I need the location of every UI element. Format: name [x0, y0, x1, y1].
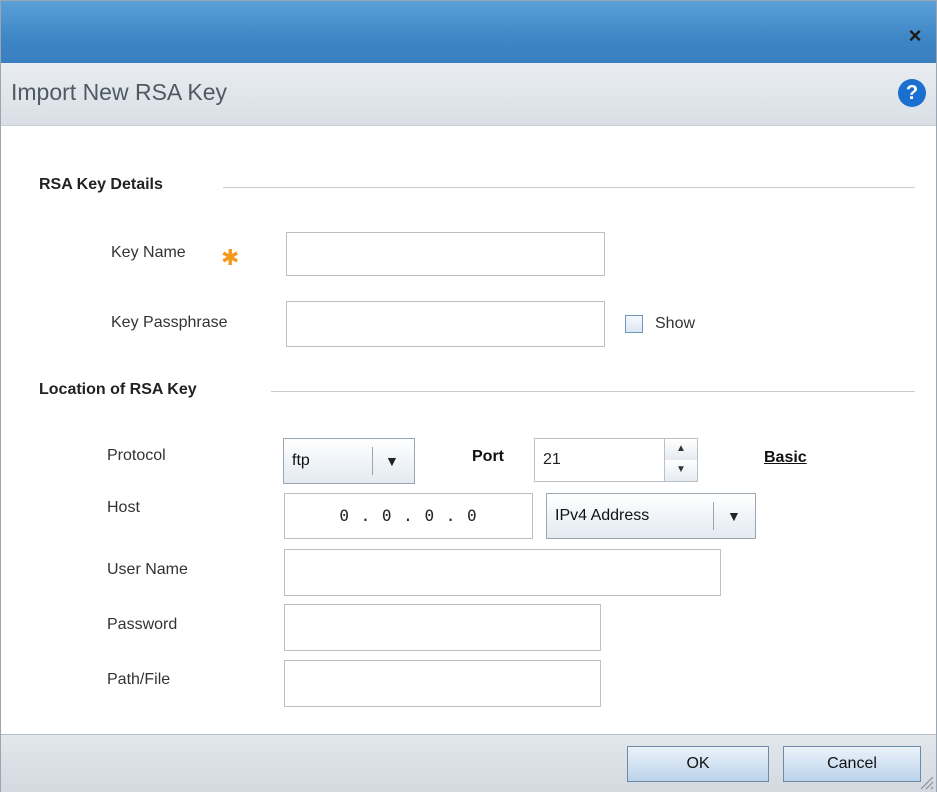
port-stepper-buttons: ▲ ▼	[664, 439, 697, 481]
path-file-label: Path/File	[107, 671, 171, 688]
dialog-titlebar[interactable]: ×	[1, 1, 936, 63]
password-label: Password	[107, 616, 178, 633]
key-passphrase-input[interactable]	[286, 301, 605, 347]
dialog-header: Import New RSA Key ?	[1, 63, 936, 126]
import-rsa-key-dialog: × Import New RSA Key ? RSA Key Details K…	[0, 0, 937, 792]
select-divider	[372, 447, 373, 475]
resize-grip-icon[interactable]	[916, 772, 934, 790]
basic-link[interactable]: Basic	[764, 449, 807, 467]
chevron-down-icon: ▼	[385, 453, 399, 469]
password-input[interactable]	[284, 604, 601, 651]
cancel-button[interactable]: Cancel	[783, 746, 921, 782]
required-star-icon: ✱	[221, 245, 240, 270]
show-passphrase-checkbox[interactable]	[625, 315, 643, 333]
user-name-label: User Name	[107, 561, 188, 578]
section-title-rsa-key-details: RSA Key Details	[39, 176, 163, 193]
key-name-label: Key Name	[111, 244, 186, 261]
ok-button[interactable]: OK	[627, 746, 769, 782]
increment-icon[interactable]: ▲	[665, 439, 697, 461]
close-icon[interactable]: ×	[904, 25, 926, 47]
show-passphrase-label[interactable]: Show	[655, 315, 695, 333]
select-divider	[713, 502, 714, 530]
section-divider	[271, 391, 915, 392]
port-label: Port	[472, 448, 504, 465]
help-icon[interactable]: ?	[898, 79, 926, 107]
host-ip-input[interactable]: 0 . 0 . 0 . 0	[284, 493, 533, 539]
protocol-label: Protocol	[107, 447, 166, 464]
dialog-title: Import New RSA Key	[11, 79, 228, 105]
decrement-icon[interactable]: ▼	[665, 460, 697, 481]
section-title-location-rsa-key: Location of RSA Key	[39, 381, 197, 398]
port-value: 21	[543, 451, 561, 468]
key-passphrase-label: Key Passphrase	[111, 314, 228, 331]
dialog-footer: OK Cancel	[1, 734, 936, 792]
chevron-down-icon: ▼	[727, 508, 741, 524]
protocol-select-value: ftp	[292, 452, 310, 469]
user-name-input[interactable]	[284, 549, 721, 596]
port-stepper[interactable]: 21 ▲ ▼	[534, 438, 698, 482]
key-name-input[interactable]	[286, 232, 605, 276]
protocol-select[interactable]: ftp ▼	[283, 438, 415, 484]
host-type-value: IPv4 Address	[555, 507, 650, 524]
host-type-select[interactable]: IPv4 Address ▼	[546, 493, 756, 539]
path-file-input[interactable]	[284, 660, 601, 707]
host-label: Host	[107, 499, 140, 516]
section-divider	[223, 187, 915, 188]
